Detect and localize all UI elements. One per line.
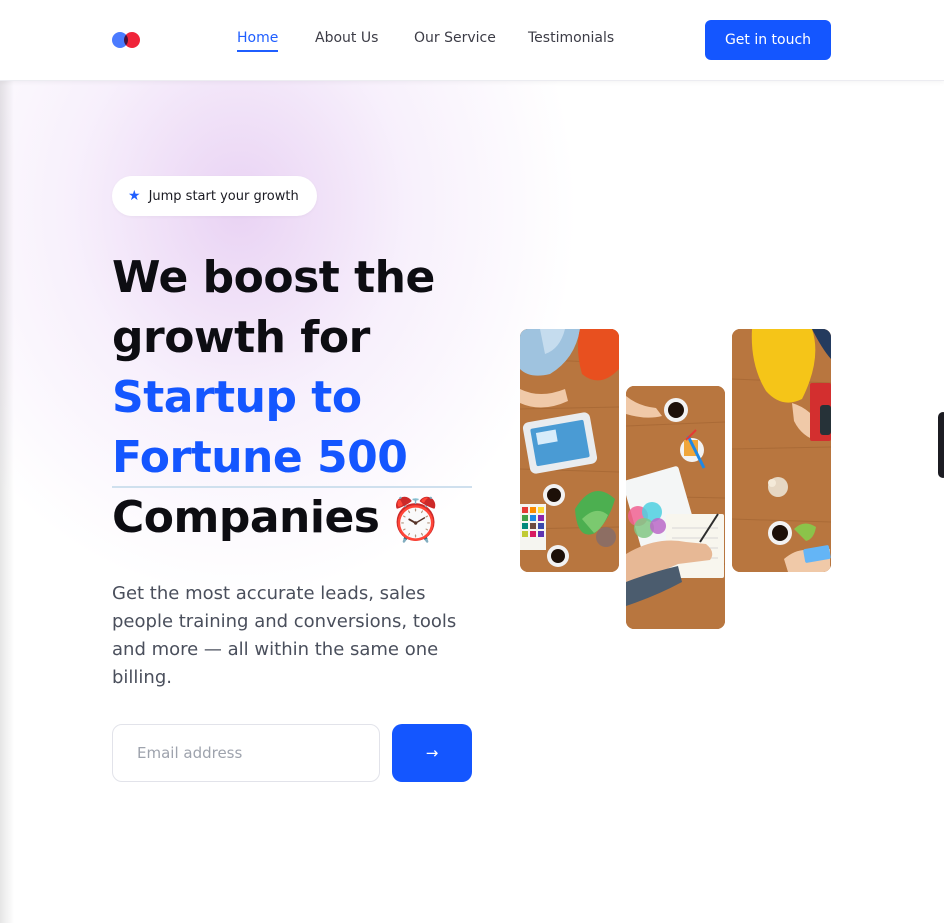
email-input[interactable] — [112, 724, 380, 782]
hero-image-strip-1 — [520, 329, 619, 572]
right-edge-widget — [938, 412, 944, 478]
get-in-touch-button[interactable]: Get in touch — [705, 20, 831, 60]
logo-red-dot — [124, 32, 140, 48]
site-header: Home About Us Our Service Testimonials G… — [0, 0, 944, 81]
hero-image-strip-3 — [732, 329, 831, 572]
workspace-photo-right — [732, 329, 831, 572]
headline-line-5: Companies ⏰ — [112, 488, 492, 550]
nav-item-testimonials[interactable]: Testimonials — [528, 30, 614, 46]
workspace-photo-middle — [626, 386, 725, 629]
star-icon: ★ — [128, 188, 141, 204]
workspace-photo-left — [520, 329, 619, 572]
nav-home-label: Home — [237, 30, 279, 46]
headline-accent-1: Startup to — [112, 372, 362, 423]
headline-companies: Companies — [112, 492, 380, 543]
brand-logo[interactable] — [112, 32, 142, 48]
hero-subcopy: Get the most accurate leads, sales peopl… — [112, 583, 457, 688]
nav-item-our-service[interactable]: Our Service — [414, 30, 496, 46]
alarm-clock-icon: ⏰ — [389, 495, 442, 544]
headline-accent-rule — [112, 486, 472, 488]
hero-headline: We boost the growth for Startup to Fortu… — [112, 248, 492, 550]
left-edge-shadow — [0, 0, 14, 923]
growth-badge: ★ Jump start your growth — [112, 176, 317, 216]
badge-text: Jump start your growth — [148, 188, 299, 204]
submit-arrow-button[interactable]: → — [392, 724, 472, 782]
headline-line-2: growth for — [112, 312, 370, 363]
headline-accent-2: Fortune 500 — [112, 432, 408, 483]
nav-item-about-us[interactable]: About Us — [315, 30, 378, 46]
headline-line-1: We boost the — [112, 252, 435, 303]
hero-image-strip-2 — [626, 386, 725, 629]
nav-item-home[interactable]: Home — [237, 30, 279, 52]
nav-active-underline — [237, 50, 279, 52]
